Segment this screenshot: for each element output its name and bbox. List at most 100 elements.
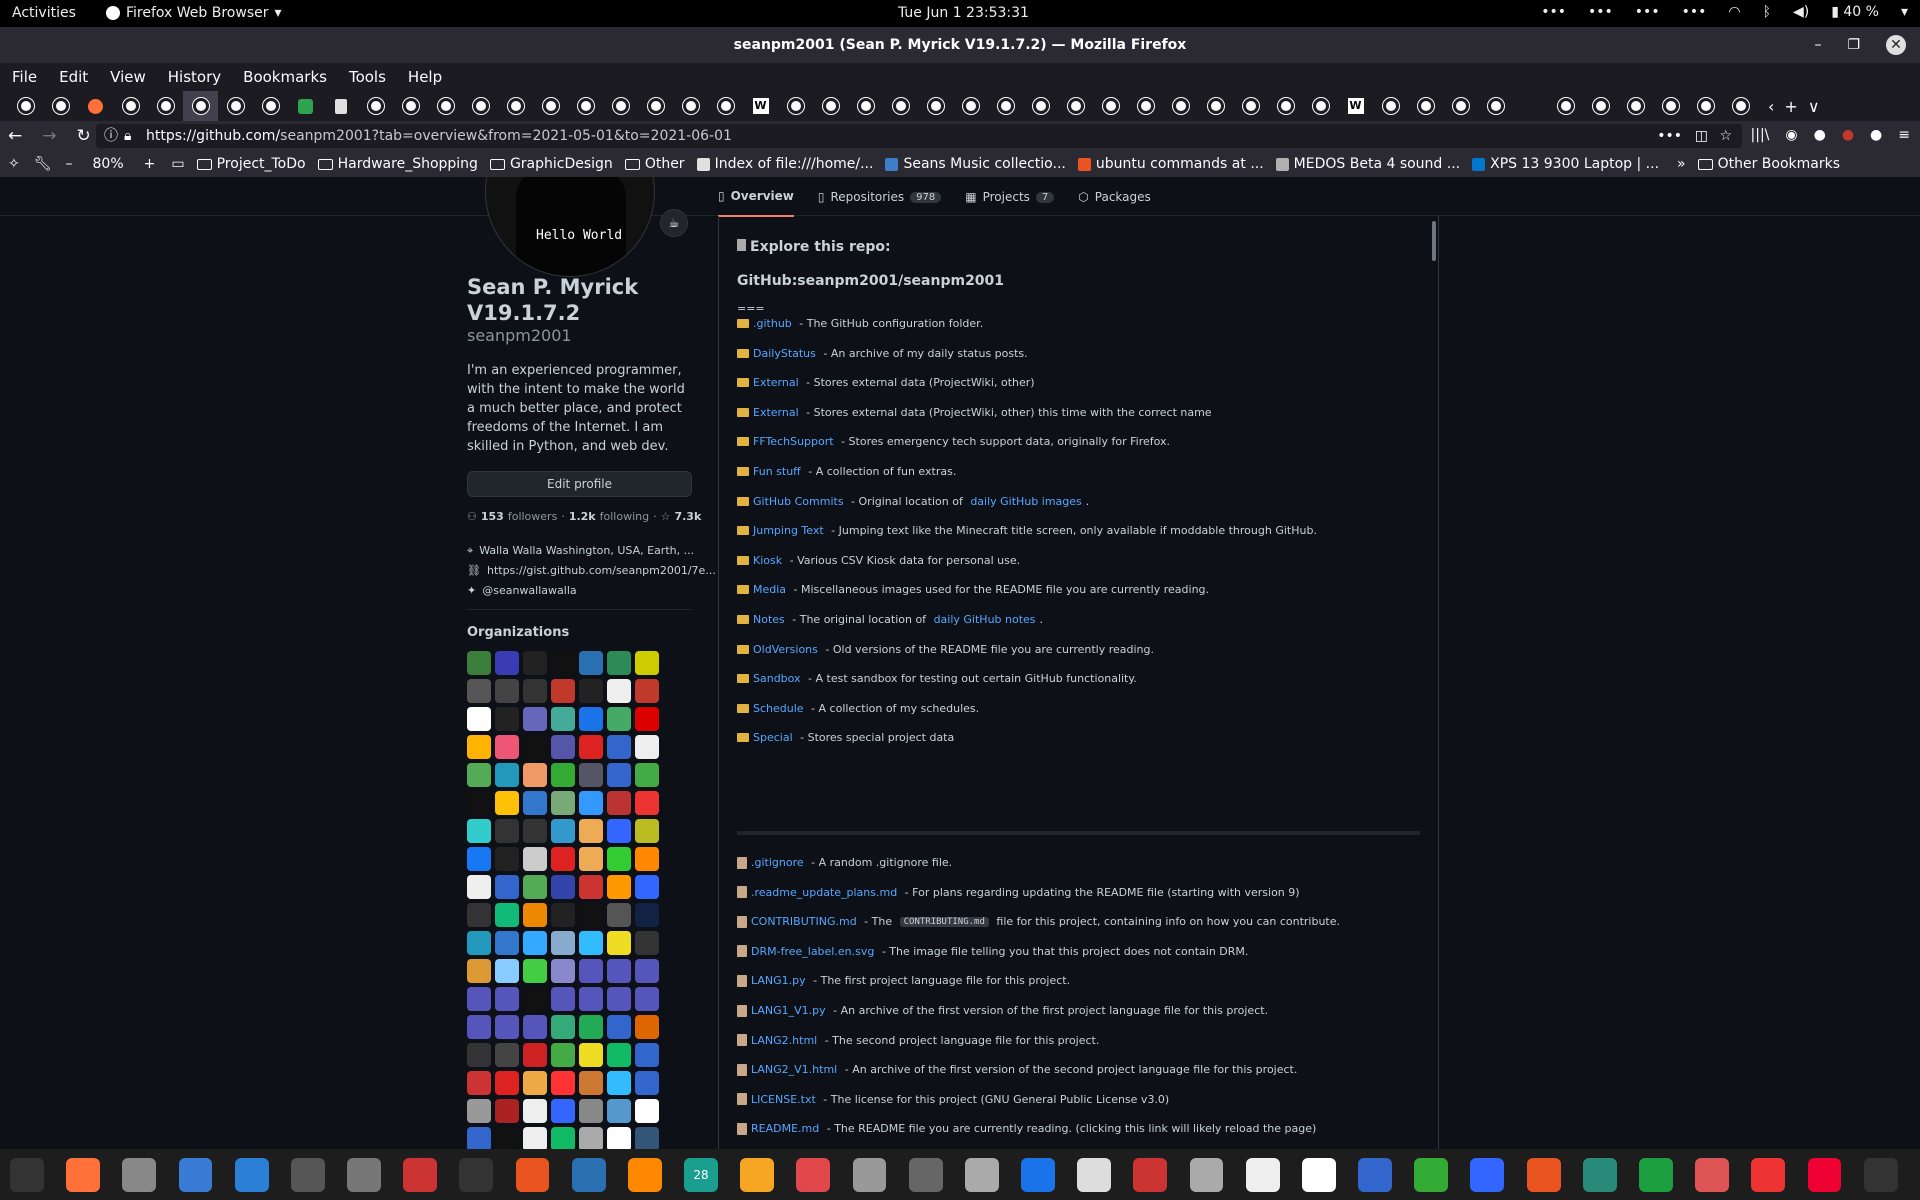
organization-avatar[interactable] [579, 931, 603, 955]
app-icon[interactable] [1582, 1157, 1617, 1192]
files-icon[interactable] [122, 1157, 157, 1192]
bookmark-item[interactable]: ubuntu commands at ... [1077, 156, 1264, 172]
organization-avatar[interactable] [551, 791, 575, 815]
organization-avatar[interactable] [635, 875, 659, 899]
character-map-icon[interactable] [1245, 1157, 1280, 1192]
activities-button[interactable]: Activities [12, 5, 76, 21]
bookmark-item[interactable]: GraphicDesign [489, 156, 613, 172]
bookmark-item[interactable]: Index of file:///home/... [696, 156, 873, 172]
chevron-more-icon[interactable]: » [1677, 156, 1686, 172]
volume-icon[interactable]: ◀) [1793, 4, 1809, 20]
organization-avatar[interactable] [607, 1043, 631, 1067]
browser-tab[interactable]: W [743, 91, 778, 121]
organization-avatar[interactable] [467, 1015, 491, 1039]
organization-avatar[interactable] [551, 959, 575, 983]
organization-avatar[interactable] [607, 903, 631, 927]
organization-avatar[interactable] [607, 707, 631, 731]
website-link[interactable]: https://gist.github.com/seanpm2001/7e... [487, 561, 716, 581]
menu-view[interactable]: View [110, 68, 146, 86]
organization-avatar[interactable] [467, 1099, 491, 1123]
organization-avatar[interactable] [607, 875, 631, 899]
readme-link[interactable]: .gitignore [751, 856, 804, 869]
tab-projects[interactable]: ▦ Projects 7 [965, 177, 1055, 217]
wifi-icon[interactable]: ◠ [1728, 4, 1740, 20]
organization-avatar[interactable] [467, 735, 491, 759]
organization-avatar[interactable] [467, 707, 491, 731]
organization-avatar[interactable] [635, 931, 659, 955]
bluetooth-icon[interactable]: ᛒ [1763, 4, 1771, 20]
browser-tab[interactable] [498, 91, 533, 121]
inline-link[interactable]: daily GitHub images [970, 495, 1081, 508]
organization-avatar[interactable] [579, 987, 603, 1011]
minimize-button[interactable]: – [1814, 27, 1821, 63]
organization-avatar[interactable] [635, 679, 659, 703]
screenshot-icon[interactable] [1470, 1157, 1505, 1192]
organization-avatar[interactable] [579, 707, 603, 731]
organization-avatar[interactable] [579, 819, 603, 843]
organization-avatar[interactable] [495, 987, 519, 1011]
back-icon[interactable]: ← [8, 126, 22, 146]
vlc-icon[interactable] [627, 1157, 662, 1192]
disk-usage-icon[interactable] [796, 1157, 831, 1192]
tab-packages[interactable]: ⬡ Packages [1078, 177, 1150, 217]
browser-tab[interactable] [1548, 91, 1583, 121]
zoom-out-icon[interactable]: – [66, 156, 73, 172]
organization-avatar[interactable] [495, 1071, 519, 1095]
browser-tab[interactable] [1198, 91, 1233, 121]
organization-avatar[interactable] [467, 1043, 491, 1067]
readme-link[interactable]: FFTechSupport [753, 435, 834, 448]
zoom-level[interactable]: 80% [93, 156, 124, 172]
menu-file[interactable]: File [12, 68, 37, 86]
organization-avatar[interactable] [551, 1071, 575, 1095]
browser-tab[interactable] [708, 91, 743, 121]
organization-avatar[interactable] [635, 763, 659, 787]
browser-tab[interactable] [568, 91, 603, 121]
organization-avatar[interactable] [551, 987, 575, 1011]
archive-icon[interactable] [1189, 1157, 1224, 1192]
bookmark-item[interactable]: Other [624, 156, 685, 172]
organization-avatar[interactable] [579, 1127, 603, 1149]
browser-tab[interactable] [288, 91, 323, 121]
organization-avatar[interactable] [523, 707, 547, 731]
organization-avatar[interactable] [607, 763, 631, 787]
browser-tab[interactable] [78, 91, 113, 121]
help-icon[interactable] [234, 1157, 269, 1192]
bookmark-item[interactable]: XPS 13 9300 Laptop | ... [1472, 156, 1659, 172]
browser-tab[interactable]: W [1338, 91, 1373, 121]
browser-tab[interactable] [1268, 91, 1303, 121]
organization-avatar[interactable] [607, 987, 631, 1011]
organization-avatar[interactable] [551, 1015, 575, 1039]
readme-link[interactable]: DRM-free_label.en.svg [751, 945, 874, 958]
menu-icon[interactable]: ≡ [1898, 127, 1910, 143]
tab-list-icon[interactable]: ∨ [1808, 97, 1820, 116]
inkscape-icon[interactable] [908, 1157, 943, 1192]
bookmark-item[interactable]: Seans Music collectio... [885, 156, 1066, 172]
browser-tab[interactable] [148, 91, 183, 121]
stars-count[interactable]: 7.3k [674, 510, 701, 523]
app-grid-icon[interactable] [1863, 1157, 1898, 1192]
readme-link[interactable]: Schedule [753, 702, 804, 715]
customize-icon[interactable]: ✧ [8, 156, 20, 172]
browser-tab[interactable] [323, 91, 358, 121]
readme-link[interactable]: Jumping Text [753, 524, 824, 537]
screenshot-icon[interactable]: ▭ [171, 156, 184, 172]
browser-tab[interactable] [1408, 91, 1443, 121]
text-editor-icon[interactable] [178, 1157, 213, 1192]
avatar[interactable]: Hello World [485, 177, 655, 277]
bookmark-item[interactable]: Project_ToDo [196, 156, 306, 172]
forward-icon[interactable]: → [42, 126, 56, 146]
organization-avatar[interactable] [495, 651, 519, 675]
organization-avatar[interactable] [523, 1071, 547, 1095]
browser-tab[interactable] [428, 91, 463, 121]
organization-avatar[interactable] [467, 819, 491, 843]
organization-avatar[interactable] [579, 1043, 603, 1067]
update-icon[interactable] [1526, 1157, 1561, 1192]
following-count[interactable]: 1.2k [569, 510, 596, 523]
organization-avatar[interactable] [495, 959, 519, 983]
organization-avatar[interactable] [579, 875, 603, 899]
library-icon[interactable]: |||\ [1751, 127, 1770, 143]
readme-link[interactable]: LICENSE.txt [751, 1093, 816, 1106]
cards-icon[interactable] [1751, 1157, 1786, 1192]
web-app-icon[interactable] [964, 1157, 999, 1192]
calendar-icon[interactable]: 28 [684, 1157, 718, 1192]
